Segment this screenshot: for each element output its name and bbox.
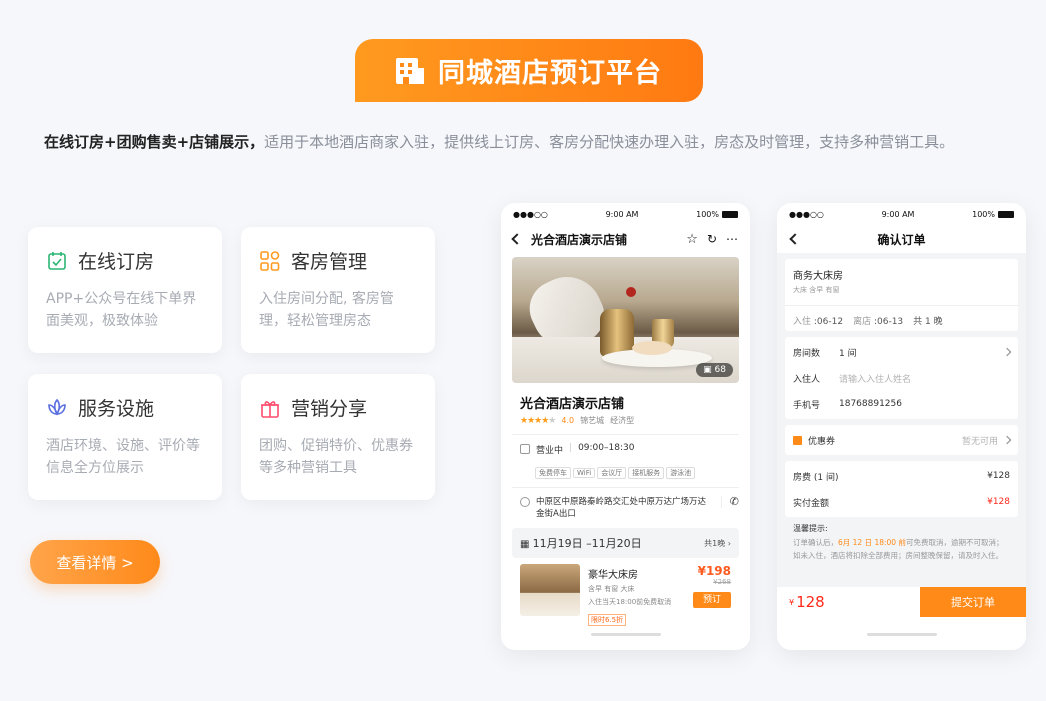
lotus-icon (46, 397, 68, 419)
feature-desc: APP+公众号在线下单界面美观，极致体验 (46, 291, 197, 329)
feature-title: 服务设施 (78, 398, 155, 420)
nav-title: 光合酒店演示店铺 (531, 232, 628, 247)
facility-tags: 免费停车 WiFi 会议厅 接机服务 游泳池 (535, 460, 750, 479)
back-icon[interactable] (511, 233, 523, 245)
feature-desc: 酒店环境、设施、评价等信息全方位展示 (46, 438, 200, 476)
signal-indicator: ●●●○○ (513, 209, 548, 219)
feature-title: 客房管理 (291, 251, 368, 273)
room-image (520, 564, 580, 616)
room-summary: 商务大床房 大床 含早 有窗 入住 :06-12 离店 :06-13 共 1 晚 (785, 259, 1018, 331)
feature-card-facilities: 服务设施 酒店环境、设施、评价等信息全方位展示 (28, 374, 222, 500)
calendar-icon: ▦ (520, 539, 533, 550)
home-indicator (866, 633, 937, 636)
status-time: 9:00 AM (881, 209, 915, 219)
location-icon (520, 497, 530, 507)
guest-label: 入住人 (793, 374, 821, 385)
feature-title: 在线订房 (78, 251, 155, 273)
pay-label: 实付金额 (793, 498, 830, 509)
status-bar: ●●●○○ 9:00 AM 100% (777, 203, 1026, 225)
coupon-icon (793, 435, 802, 445)
home-indicator (590, 633, 661, 636)
building-icon (396, 57, 424, 84)
hotel-address: 中原区中原路秦岭路交汇处中原万达广场万达金街A出口 (536, 497, 707, 519)
feature-card-marketing: 营销分享 团购、促销特价、优惠券等多种营销工具 (241, 374, 435, 500)
price-summary: 房费 (1 间) ¥128 实付金额 ¥128 (785, 461, 1018, 517)
shop-icon (520, 444, 530, 454)
guest-form: 房间数 1 间 入住人 请输入入住人姓名 手机号 18768891256 (785, 337, 1018, 419)
share-icon[interactable]: ↻ (707, 232, 717, 246)
calendar-check-icon (46, 250, 68, 272)
fee-value: ¥128 (987, 471, 1010, 481)
battery-indicator: 100% (972, 210, 1014, 219)
room-name: 豪华大床房 (588, 570, 638, 581)
phone-input[interactable]: 18768891256 (839, 399, 902, 409)
room-item[interactable]: 豪华大床房 含早 有窗 大床 入住当天18:00前免费取消 限时6.5折 ¥19… (520, 564, 739, 626)
order-total: ¥128 (777, 587, 920, 617)
chevron-right-icon (1002, 347, 1012, 357)
address-row[interactable]: 中原区中原路秦岭路交汇处中原万达广场万达金街A出口 ✆ (520, 496, 739, 520)
grid-icon (259, 250, 281, 272)
back-icon[interactable] (789, 233, 801, 245)
hotel-name: 光合酒店演示店铺 (520, 397, 625, 412)
tips-title: 温馨提示: (793, 524, 828, 533)
intro-body: 适用于本地酒店商家入驻，提供线上订房、客房分配快速办理入驻，房态及时管理，支持多… (264, 133, 955, 151)
rating-score: 4.0 (561, 416, 575, 425)
status-bar: ●●●○○ 9:00 AM 100% (501, 203, 750, 225)
room-price: ¥198 ¥268 预订 (693, 564, 731, 608)
pay-value: ¥128 (987, 497, 1010, 507)
hotel-area: 锦艺城 (580, 416, 605, 425)
phone-label: 手机号 (793, 400, 821, 411)
discount-badge: 限时6.5折 (588, 614, 627, 626)
feature-desc: 入住房间分配, 客房管理，轻松管理房态 (259, 291, 394, 329)
hotel-type: 经济型 (610, 416, 635, 425)
feature-card-online-booking: 在线订房 APP+公众号在线下单界面美观，极致体验 (28, 227, 222, 353)
hotel-photo[interactable]: ▣ 68 (512, 257, 739, 383)
nav-title: 确认订单 (877, 232, 926, 247)
date-selector[interactable]: ▦ 11月19日 –11月20日 共1晚 › (512, 528, 739, 558)
order-footer: ¥128 提交订单 (777, 587, 1026, 617)
phone-icon[interactable]: ✆ (720, 496, 739, 508)
feature-title: 营销分享 (291, 398, 368, 420)
intro-strong: 在线订房+团购售卖+店铺展示， (44, 133, 265, 151)
intro-text: 在线订房+团购售卖+店铺展示，适用于本地酒店商家入驻，提供线上订房、客房分配快速… (44, 131, 1034, 152)
rooms-row[interactable]: 房间数 1 间 (793, 339, 1012, 365)
guest-name-input[interactable]: 请输入入住人姓名 (839, 372, 911, 385)
tips-text: 订单确认后，6月 12 日 18:00 前可免费取消，逾期不可取消；如未入住，酒… (793, 538, 1004, 560)
view-details-button[interactable]: 查看详情 > (30, 540, 160, 584)
nav-bar: 确认订单 (777, 225, 1026, 253)
photo-count-badge[interactable]: ▣ 68 (696, 363, 733, 377)
feature-desc: 团购、促销特价、优惠券等多种营销工具 (259, 438, 413, 476)
battery-indicator: 100% (696, 210, 738, 219)
room-policy: 入住当天18:00前免费取消 (588, 598, 672, 606)
stay-dates: 入住 :06-12 离店 :06-13 共 1 晚 (793, 317, 943, 327)
room-features: 大床 含早 有窗 (793, 286, 840, 294)
chevron-right-icon (1002, 435, 1012, 445)
nav-bar: 光合酒店演示店铺 ☆ ↻ ⋯ (501, 225, 750, 253)
submit-order-button[interactable]: 提交订单 (920, 587, 1026, 617)
more-icon[interactable]: ⋯ (726, 232, 738, 246)
book-button[interactable]: 预订 (693, 592, 731, 608)
confirm-order-phone: ●●●○○ 9:00 AM 100% 确认订单 商务大床房 大床 含早 有窗 入… (777, 203, 1026, 650)
room-features: 含早 有窗 大床 (588, 585, 635, 593)
signal-indicator: ●●●○○ (789, 209, 824, 219)
coupon-row[interactable]: 优惠券 暂无可用 (785, 425, 1018, 455)
star-rating: ★★★★★ (520, 415, 556, 426)
feature-card-room-management: 客房管理 入住房间分配, 客房管理，轻松管理房态 (241, 227, 435, 353)
banner-title: 同城酒店预订平台 (438, 58, 662, 89)
gift-icon (259, 397, 281, 419)
hotel-detail-phone: ●●●○○ 9:00 AM 100% 光合酒店演示店铺 ☆ ↻ ⋯ ▣ 68 光… (501, 203, 750, 650)
fee-label: 房费 (1 间) (793, 472, 839, 483)
status-time: 9:00 AM (605, 209, 639, 219)
room-name: 商务大床房 (793, 271, 843, 282)
business-hours: 营业中 | 09:00–18:30 (520, 443, 739, 456)
title-banner: 同城酒店预订平台 (355, 39, 703, 102)
favorite-star-icon[interactable]: ☆ (686, 232, 698, 247)
